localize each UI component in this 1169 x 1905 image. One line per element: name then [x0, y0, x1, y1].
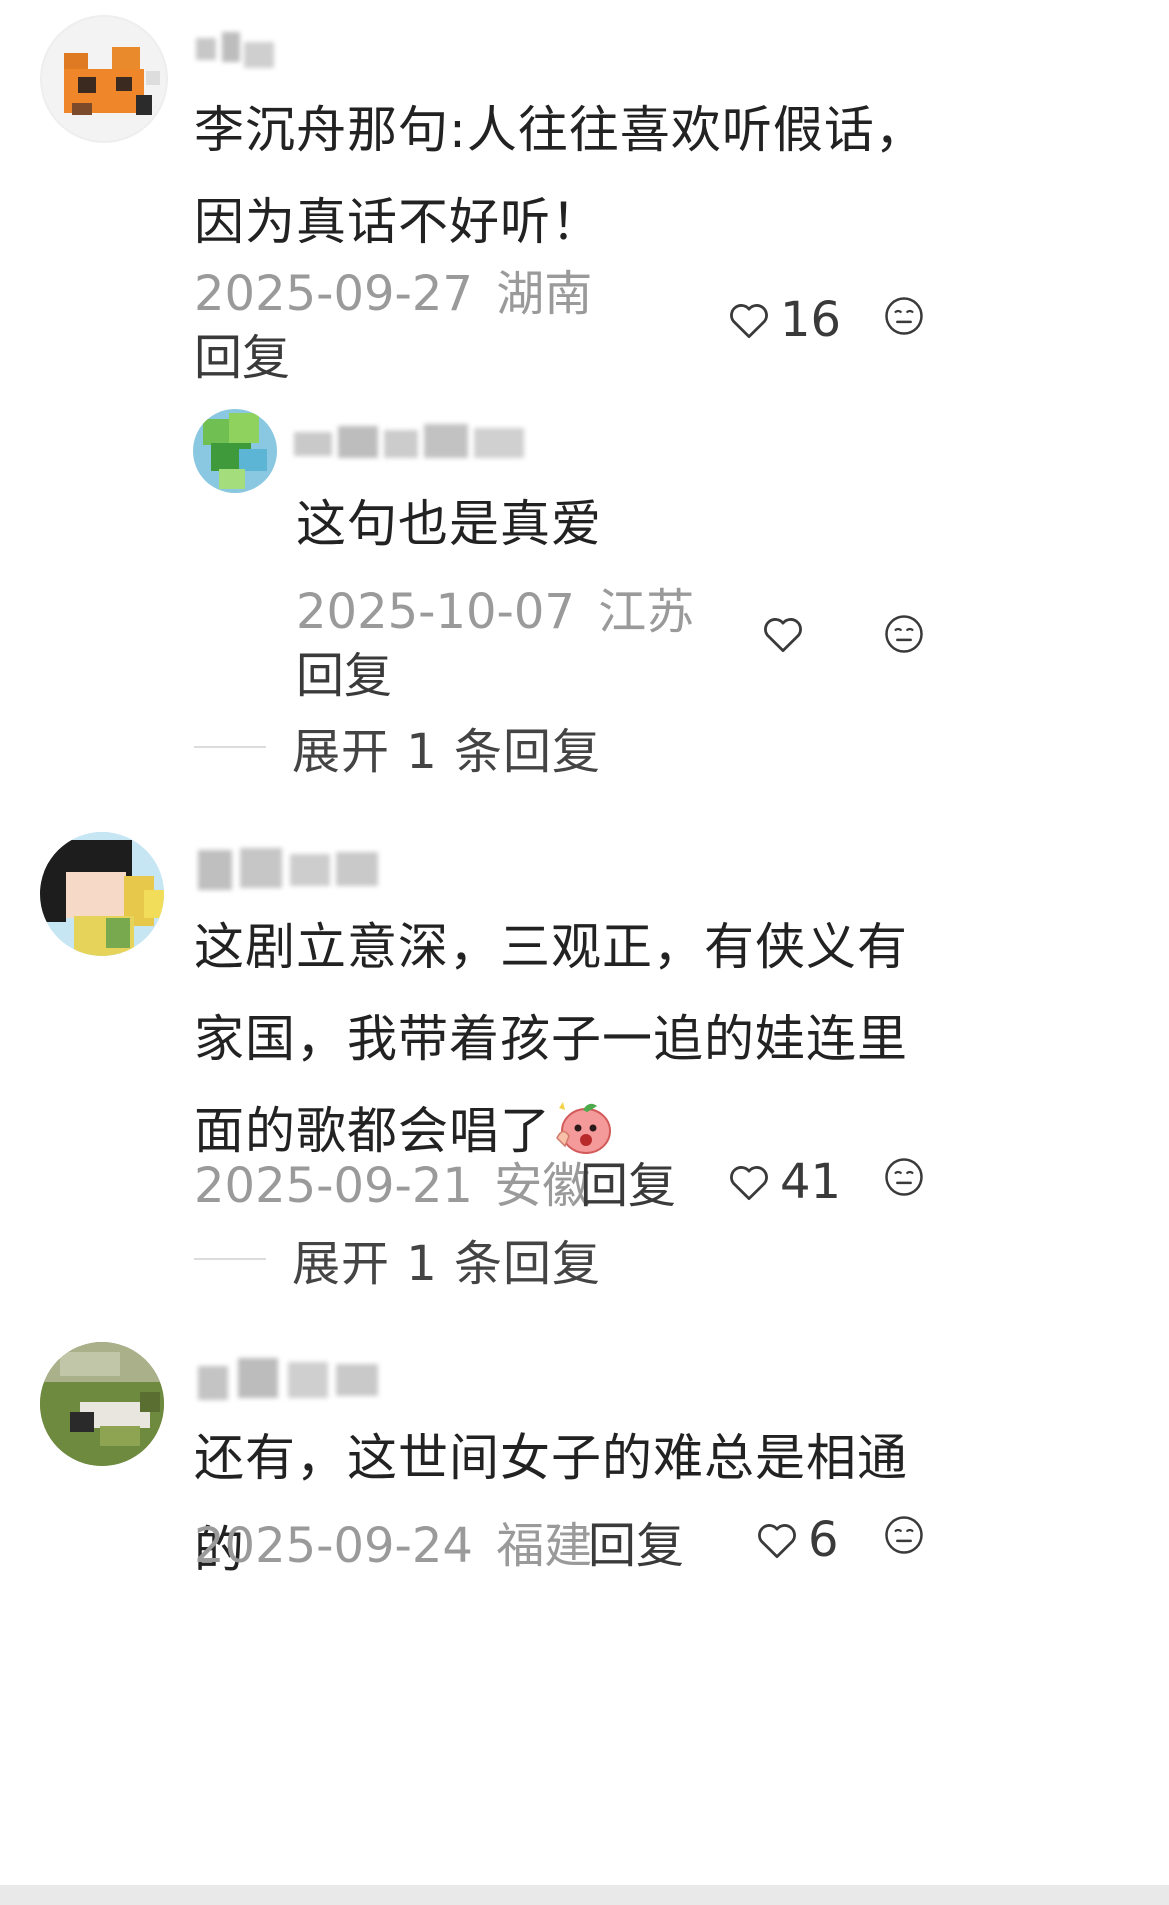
expand-replies-label: 展开 1 条回复 — [292, 1236, 602, 1292]
expand-replies-button[interactable]: 展开 1 条回复 — [194, 712, 601, 782]
like-button[interactable]: 6 — [756, 1512, 839, 1568]
like-button[interactable]: 16 — [728, 292, 841, 348]
heart-outline-icon — [758, 1524, 796, 1559]
like-count: 41 — [780, 1154, 842, 1210]
avatar-image — [40, 832, 164, 956]
heart-outline-icon — [730, 1166, 768, 1201]
comment-date: 2025-09-27 — [194, 266, 473, 322]
neutral-face-icon — [885, 615, 923, 653]
avatar[interactable] — [40, 832, 164, 956]
avatar-image — [40, 1342, 164, 1466]
comment-text: 李沉舟那句:人往往喜欢听假话，因为真话不好听！ — [194, 101, 926, 251]
username-blurred[interactable] — [198, 846, 388, 907]
reply-meta: 2025-10-07 江苏 — [296, 572, 694, 642]
neutral-face-icon — [885, 1516, 923, 1554]
comment-meta: 2025-09-21 安徽 — [194, 1146, 590, 1216]
reply-text: 这句也是真爱 — [296, 495, 602, 553]
avatar-image — [193, 409, 277, 493]
emoji-reaction-button[interactable] — [884, 1515, 924, 1559]
expand-replies-button[interactable]: 展开 1 条回复 — [194, 1224, 601, 1294]
comment-text-body: 这剧立意深，三观正，有侠义有家国，我带着孩子一追的娃连里面的歌都会唱了 — [194, 918, 908, 1160]
username-blurred[interactable] — [198, 1356, 388, 1417]
comment-date: 2025-09-21 — [194, 1158, 473, 1214]
reply-region: 江苏 — [598, 584, 695, 640]
neutral-face-icon — [885, 297, 923, 335]
reply-button[interactable]: 回复 — [580, 1146, 676, 1216]
divider-line — [194, 746, 266, 748]
emoji-reaction-button[interactable] — [884, 614, 924, 658]
like-button[interactable]: 41 — [728, 1154, 841, 1210]
avatar[interactable] — [40, 15, 168, 143]
username-blurred[interactable] — [196, 28, 286, 89]
emoji-reaction-button[interactable] — [884, 1157, 924, 1201]
heart-outline-icon — [730, 304, 768, 339]
comment-text: 这剧立意深，三观正，有侠义有家国，我带着孩子一追的娃连里面的歌都会唱了 — [194, 901, 924, 1177]
emoji-reaction-button[interactable] — [884, 296, 924, 340]
comment-meta: 2025-09-24 福建 — [194, 1506, 592, 1576]
avatar[interactable] — [193, 409, 277, 493]
comment-region: 福建 — [496, 1518, 593, 1574]
heart-outline-icon — [764, 618, 802, 653]
reply-button[interactable]: 回复 — [588, 1506, 684, 1576]
comment-date: 2025-09-24 — [194, 1518, 473, 1574]
username-blurred[interactable] — [294, 420, 534, 481]
like-count: 16 — [780, 292, 842, 348]
bottom-bar-edge — [0, 1885, 1169, 1905]
like-count: 6 — [808, 1512, 839, 1568]
expand-replies-label: 展开 1 条回复 — [292, 724, 602, 780]
reply-button[interactable]: 回复 — [194, 318, 290, 388]
avatar-image — [64, 47, 160, 115]
reply-date: 2025-10-07 — [296, 584, 575, 640]
like-button[interactable] — [762, 614, 814, 654]
comment-region: 安徽 — [494, 1158, 591, 1214]
comment-meta: 2025-09-27 湖南 — [194, 254, 592, 324]
avatar[interactable] — [40, 1342, 164, 1466]
comment-region: 湖南 — [496, 266, 593, 322]
neutral-face-icon — [885, 1158, 923, 1196]
reply-button[interactable]: 回复 — [296, 636, 392, 706]
divider-line — [194, 1258, 266, 1260]
